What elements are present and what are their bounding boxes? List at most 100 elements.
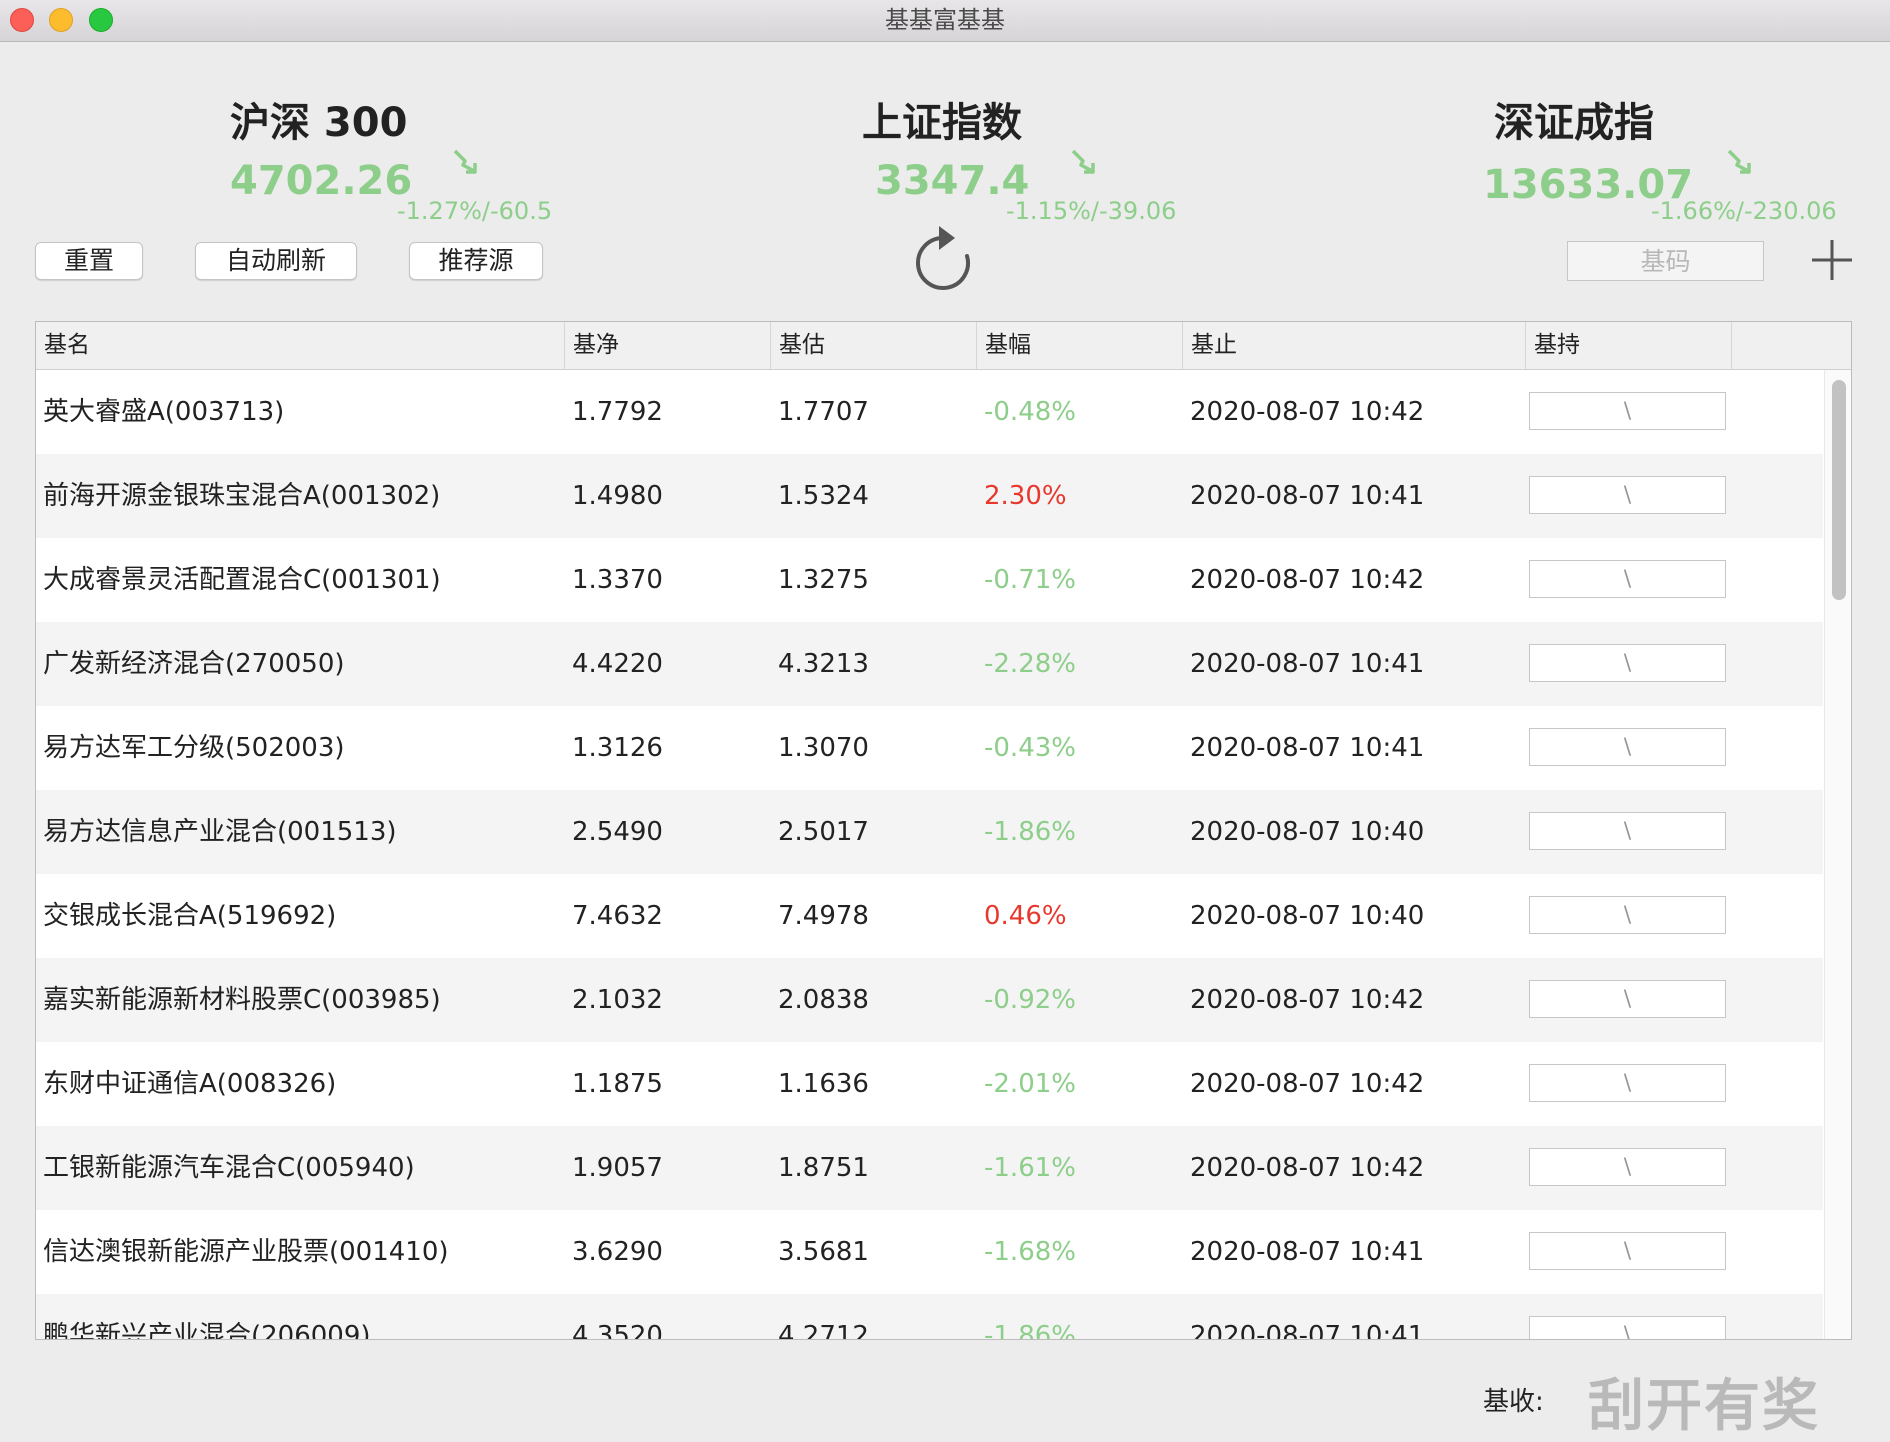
table-scrollbar[interactable] (1824, 370, 1851, 1339)
fund-estimate-cell: 1.7707 (778, 397, 869, 427)
fund-name-cell: 信达澳银新能源产业股票(001410) (43, 1237, 449, 1267)
table-row[interactable]: 易方达信息产业混合(001513) 2.5490 2.5017 -1.86% 2020-… (36, 790, 1823, 874)
table-row[interactable]: 英大睿盛A(003713) 1.7792 1.7707 -0.48% 2020-08-0… (36, 370, 1823, 454)
table-body: 英大睿盛A(003713) 1.7792 1.7707 -0.48% 2020-08-0… (36, 370, 1823, 1340)
recommend-source-button[interactable]: 推荐源 (409, 242, 543, 280)
auto-refresh-button[interactable]: 自动刷新 (195, 242, 357, 280)
fund-estimate-cell: 7.4978 (778, 901, 869, 931)
down-trend-icon (453, 149, 477, 174)
fund-nav-cell: 4.3520 (572, 1321, 663, 1340)
fund-change-cell: -1.86% (984, 817, 1076, 847)
table-row[interactable]: 易方达军工分级(502003) 1.3126 1.3070 -0.43% 2020-08… (36, 706, 1823, 790)
index-change: -1.15%/-39.06 (1006, 197, 1177, 225)
fund-name-cell: 易方达军工分级(502003) (43, 733, 345, 763)
scrollbar-thumb[interactable] (1832, 380, 1846, 600)
fund-change-cell: 0.46% (984, 901, 1067, 931)
fund-nav-cell: 1.7792 (572, 397, 663, 427)
down-trend-icon (1071, 149, 1095, 174)
table-row[interactable]: 广发新经济混合(270050) 4.4220 4.3213 -2.28% 2020-08… (36, 622, 1823, 706)
fund-nav-cell: 7.4632 (572, 901, 663, 931)
index-name: 上证指数 (862, 100, 1022, 146)
holding-input[interactable] (1529, 896, 1726, 934)
fund-estimate-cell: 1.3070 (778, 733, 869, 763)
fund-time-cell: 2020-08-07 10:41 (1190, 1321, 1425, 1340)
holding-input[interactable] (1529, 1064, 1726, 1102)
index-change: -1.27%/-60.5 (397, 197, 553, 225)
fund-time-cell: 2020-08-07 10:41 (1190, 1237, 1425, 1267)
index-name: 沪深 300 (230, 100, 408, 146)
fund-change-cell: -0.48% (984, 397, 1076, 427)
fund-change-cell: -2.01% (984, 1069, 1076, 1099)
column-header-holding[interactable]: 基持 (1526, 322, 1732, 369)
holding-input[interactable] (1529, 1316, 1726, 1339)
fund-nav-cell: 3.6290 (572, 1237, 663, 1267)
holding-input[interactable] (1529, 980, 1726, 1018)
column-header-estimate[interactable]: 基估 (771, 322, 977, 369)
fund-time-cell: 2020-08-07 10:42 (1190, 985, 1425, 1015)
down-trend-icon (1727, 149, 1751, 174)
fund-nav-cell: 1.1875 (572, 1069, 663, 1099)
fund-change-cell: -0.92% (984, 985, 1076, 1015)
refresh-icon[interactable] (905, 222, 981, 298)
table-row[interactable]: 信达澳银新能源产业股票(001410) 3.6290 3.5681 -1.68% 202… (36, 1210, 1823, 1294)
holding-input[interactable] (1529, 560, 1726, 598)
fund-change-cell: -1.61% (984, 1153, 1076, 1183)
table-row[interactable]: 鹏华新兴产业混合(206009) 4.3520 4.2712 -1.86% 2020-0… (36, 1294, 1823, 1340)
fund-time-cell: 2020-08-07 10:40 (1190, 901, 1425, 931)
column-header-nav[interactable]: 基净 (565, 322, 771, 369)
fund-time-cell: 2020-08-07 10:42 (1190, 397, 1425, 427)
fund-time-cell: 2020-08-07 10:40 (1190, 817, 1425, 847)
fund-name-cell: 鹏华新兴产业混合(206009) (43, 1321, 371, 1340)
fund-name-cell: 大成睿景灵活配置混合C(001301) (43, 565, 441, 595)
table-header: 基名 基净 基估 基幅 基止 基持 (36, 322, 1851, 370)
fund-estimate-cell: 4.2712 (778, 1321, 869, 1340)
fund-name-cell: 工银新能源汽车混合C(005940) (43, 1153, 415, 1183)
fund-code-input[interactable] (1567, 241, 1764, 281)
fund-change-cell: -1.68% (984, 1237, 1076, 1267)
fund-time-cell: 2020-08-07 10:42 (1190, 565, 1425, 595)
fund-estimate-cell: 1.5324 (778, 481, 869, 511)
table-row[interactable]: 前海开源金银珠宝混合A(001302) 1.4980 1.5324 2.30% 2020… (36, 454, 1823, 538)
fund-table: 基名 基净 基估 基幅 基止 基持 英大睿盛A(003713) 1.7792 1.7… (35, 321, 1852, 1340)
table-row[interactable]: 东财中证通信A(008326) 1.1875 1.1636 -2.01% 2020-08… (36, 1042, 1823, 1126)
table-row[interactable]: 交银成长混合A(519692) 7.4632 7.4978 0.46% 2020-08-… (36, 874, 1823, 958)
window-title: 基基富基基 (885, 6, 1005, 34)
table-row[interactable]: 工银新能源汽车混合C(005940) 1.9057 1.8751 -1.61% 2020… (36, 1126, 1823, 1210)
table-row[interactable]: 大成睿景灵活配置混合C(001301) 1.3370 1.3275 -0.71% 202… (36, 538, 1823, 622)
fund-name-cell: 英大睿盛A(003713) (43, 397, 285, 427)
reset-button[interactable]: 重置 (35, 242, 143, 280)
holding-input[interactable] (1529, 644, 1726, 682)
column-header-change[interactable]: 基幅 (977, 322, 1183, 369)
holding-input[interactable] (1529, 1232, 1726, 1270)
fund-name-cell: 易方达信息产业混合(001513) (43, 817, 397, 847)
fund-nav-cell: 4.4220 (572, 649, 663, 679)
plus-icon[interactable] (1810, 238, 1854, 282)
fund-change-cell: -0.71% (984, 565, 1076, 595)
fund-time-cell: 2020-08-07 10:41 (1190, 733, 1425, 763)
holding-input[interactable] (1529, 1148, 1726, 1186)
fund-time-cell: 2020-08-07 10:42 (1190, 1069, 1425, 1099)
fund-name-cell: 前海开源金银珠宝混合A(001302) (43, 481, 441, 511)
holding-input[interactable] (1529, 728, 1726, 766)
fund-estimate-cell: 1.1636 (778, 1069, 869, 1099)
title-bar: 基基富基基 (0, 0, 1890, 42)
fund-estimate-cell: 1.8751 (778, 1153, 869, 1183)
table-row[interactable]: 嘉实新能源新材料股票C(003985) 2.1032 2.0838 -0.92% 202… (36, 958, 1823, 1042)
fund-nav-cell: 1.9057 (572, 1153, 663, 1183)
fund-estimate-cell: 3.5681 (778, 1237, 869, 1267)
fund-change-cell: -0.43% (984, 733, 1076, 763)
column-header-time[interactable]: 基止 (1183, 322, 1526, 369)
fund-time-cell: 2020-08-07 10:41 (1190, 481, 1425, 511)
fund-nav-cell: 2.1032 (572, 985, 663, 1015)
holding-input[interactable] (1529, 812, 1726, 850)
earnings-scratch-value[interactable]: 刮开有奖 (1588, 1361, 1820, 1442)
fund-estimate-cell: 1.3275 (778, 565, 869, 595)
column-header-name[interactable]: 基名 (36, 322, 565, 369)
fund-nav-cell: 1.4980 (572, 481, 663, 511)
holding-input[interactable] (1529, 392, 1726, 430)
fund-name-cell: 东财中证通信A(008326) (43, 1069, 337, 1099)
fund-change-cell: -1.86% (984, 1321, 1076, 1340)
fund-nav-cell: 1.3370 (572, 565, 663, 595)
fund-name-cell: 交银成长混合A(519692) (43, 901, 337, 931)
holding-input[interactable] (1529, 476, 1726, 514)
